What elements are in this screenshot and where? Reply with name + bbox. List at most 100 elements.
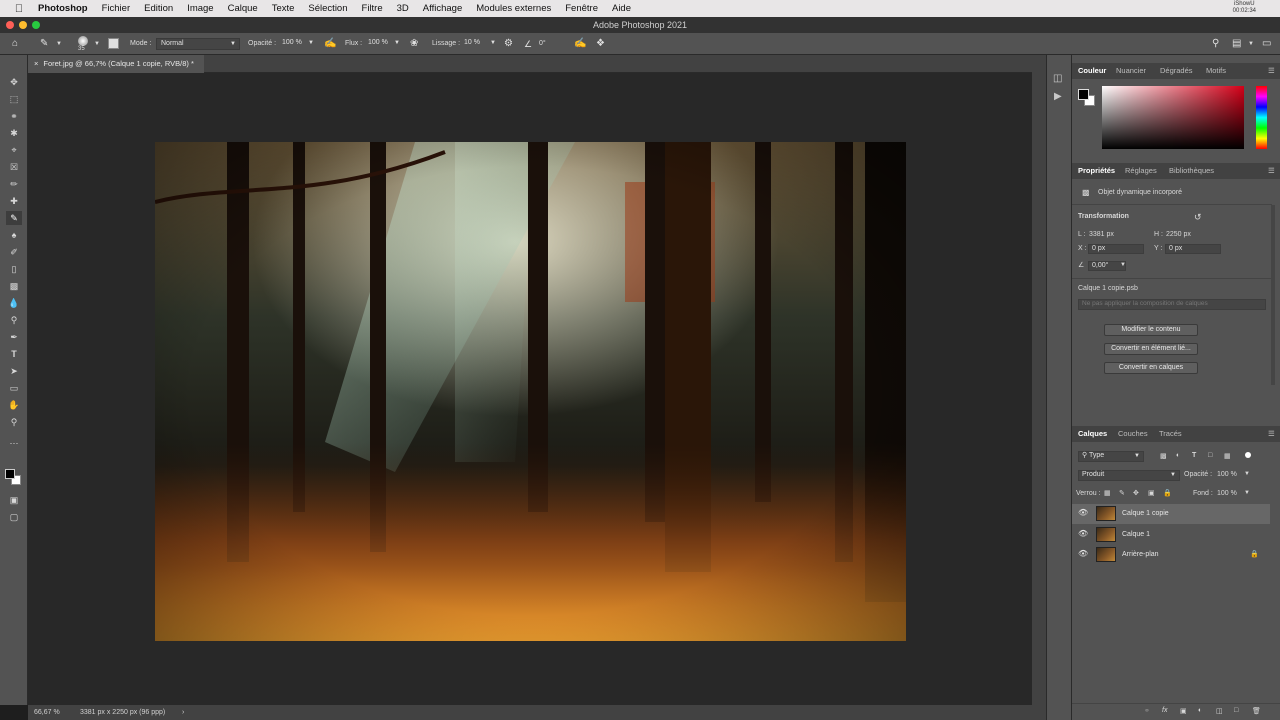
path-selection-tool-icon[interactable]: ➤ [6, 364, 22, 378]
layer-row-arriere-plan[interactable]: 👁 Arrière-plan 🔒 [1072, 545, 1270, 565]
tab-couleur[interactable]: Couleur [1078, 63, 1106, 79]
history-panel-icon[interactable]: ◫ [1053, 73, 1062, 84]
quick-selection-tool-icon[interactable]: ✱ [6, 126, 22, 140]
fill-value[interactable]: 100 % [1217, 490, 1237, 497]
filter-pixel-icon[interactable]: ▩ [1160, 452, 1167, 460]
angle-chevron-icon[interactable]: ▼ [1120, 262, 1126, 268]
blur-tool-icon[interactable]: 💧 [6, 296, 22, 310]
brush-tool-icon[interactable]: ✎ [40, 33, 48, 55]
menu-affichage[interactable]: Affichage [423, 3, 462, 14]
minimize-window-button[interactable] [19, 21, 27, 29]
dodge-tool-icon[interactable]: ⚲ [6, 313, 22, 327]
adjustment-layer-icon[interactable]: ◐ [1198, 707, 1202, 714]
status-chevron-icon[interactable]: › [182, 705, 184, 720]
layer-row-calque-1-copie[interactable]: 👁 Calque 1 copie [1072, 504, 1270, 524]
convert-to-layers-button[interactable]: Convertir en calques [1104, 362, 1198, 374]
search-icon[interactable]: ⚲ [1212, 33, 1219, 55]
menu-3d[interactable]: 3D [397, 3, 409, 14]
type-tool-icon[interactable]: T [6, 347, 22, 361]
document-tab[interactable]: × Foret.jpg @ 66,7% (Calque 1 copie, RVB/… [28, 55, 204, 73]
lasso-tool-icon[interactable]: ⚭ [6, 109, 22, 123]
layer-opacity-value[interactable]: 100 % [1217, 471, 1237, 478]
blend-mode-select[interactable]: Produit ▼ [1078, 470, 1180, 481]
menu-modules-externes[interactable]: Modules externes [476, 3, 551, 14]
convert-to-linked-button[interactable]: Convertir en élément lié... [1104, 343, 1198, 355]
menu-fichier[interactable]: Fichier [102, 3, 131, 14]
close-tab-icon[interactable]: × [34, 59, 38, 68]
foreground-color-swatch[interactable] [5, 469, 15, 479]
eyedropper-tool-icon[interactable]: ✏ [6, 177, 22, 191]
layer-composition-select[interactable]: Ne pas appliquer la composition de calqu… [1078, 299, 1266, 310]
tab-reglages[interactable]: Réglages [1125, 163, 1157, 179]
menu-image[interactable]: Image [187, 3, 213, 14]
zoom-level[interactable]: 66,67 % [34, 705, 60, 720]
delete-layer-icon[interactable]: 🗑 [1252, 707, 1261, 715]
more-tools-icon[interactable]: ⋯ [6, 436, 22, 450]
layer-opacity-chevron-icon[interactable]: ▼ [1244, 471, 1250, 477]
flow-input[interactable]: 100 % ▼ [364, 38, 402, 50]
brush-angle-value[interactable]: 0° [539, 33, 546, 55]
lock-all-icon[interactable]: 🔒 [1163, 489, 1172, 497]
marquee-tool-icon[interactable]: ⬚ [6, 92, 22, 106]
tab-calques[interactable]: Calques [1078, 426, 1107, 442]
filter-type-icon[interactable]: T [1192, 452, 1196, 459]
mode-select[interactable]: Normal ▼ [156, 38, 240, 50]
hand-tool-icon[interactable]: ✋ [6, 398, 22, 412]
visibility-eye-icon[interactable]: 👁 [1078, 508, 1088, 517]
layers-menu-icon[interactable]: ☰ [1268, 426, 1275, 442]
menu-filtre[interactable]: Filtre [362, 3, 383, 14]
menu-edition[interactable]: Edition [144, 3, 173, 14]
menu-fenetre[interactable]: Fenêtre [565, 3, 598, 14]
forest-photo[interactable] [155, 142, 906, 641]
brush-chevron-icon[interactable]: ▼ [94, 33, 100, 55]
menu-aide[interactable]: Aide [612, 3, 631, 14]
tab-bibliotheques[interactable]: Bibliothèques [1169, 163, 1214, 179]
visibility-eye-icon[interactable]: 👁 [1078, 549, 1088, 558]
edit-contents-button[interactable]: Modifier le contenu [1104, 324, 1198, 336]
pen-tool-icon[interactable]: ✒ [6, 330, 22, 344]
new-group-icon[interactable]: ◫ [1216, 707, 1223, 715]
pressure-size-icon[interactable]: ✍ [574, 33, 586, 55]
lock-position-icon[interactable]: ✥ [1133, 489, 1139, 497]
filter-shape-icon[interactable]: □ [1208, 452, 1212, 459]
healing-brush-tool-icon[interactable]: ✚ [6, 194, 22, 208]
workspace-chevron-icon[interactable]: ▼ [1248, 33, 1254, 55]
properties-scrollbar[interactable] [1271, 205, 1275, 385]
layer-row-calque-1[interactable]: 👁 Calque 1 [1072, 525, 1270, 545]
properties-menu-icon[interactable]: ☰ [1268, 163, 1275, 179]
close-window-button[interactable] [6, 21, 14, 29]
zoom-window-button[interactable] [32, 21, 40, 29]
reset-transform-icon[interactable]: ↺ [1194, 212, 1202, 223]
tab-degrades[interactable]: Dégradés [1160, 63, 1193, 79]
height-value[interactable]: 2250 px [1166, 231, 1191, 238]
fill-chevron-icon[interactable]: ▼ [1244, 490, 1250, 496]
gradient-tool-icon[interactable]: ▩ [6, 279, 22, 293]
rectangle-tool-icon[interactable]: ▭ [6, 381, 22, 395]
menu-texte[interactable]: Texte [272, 3, 295, 14]
tab-nuancier[interactable]: Nuancier [1116, 63, 1146, 79]
tab-motifs[interactable]: Motifs [1206, 63, 1226, 79]
home-icon[interactable]: ⌂ [12, 33, 18, 55]
filter-adjustment-icon[interactable]: ◐ [1176, 452, 1180, 459]
crop-tool-icon[interactable]: ⌖ [6, 143, 22, 157]
tab-couches[interactable]: Couches [1118, 426, 1148, 442]
lock-transparency-icon[interactable]: ▦ [1104, 489, 1111, 497]
color-panel-menu-icon[interactable]: ☰ [1268, 63, 1275, 79]
filter-toggle-icon[interactable] [1245, 452, 1251, 458]
width-value[interactable]: 3381 px [1089, 231, 1114, 238]
move-tool-icon[interactable]: ✥ [6, 75, 22, 89]
tab-proprietes[interactable]: Propriétés [1078, 163, 1115, 179]
lock-pixels-icon[interactable]: ✎ [1119, 489, 1125, 497]
opacity-input[interactable]: 100 % ▼ [278, 38, 316, 50]
smoothing-gear-icon[interactable]: ⚙ [504, 33, 513, 55]
clone-stamp-tool-icon[interactable]: ♠ [6, 228, 22, 242]
color-picker-field[interactable] [1102, 86, 1244, 149]
screen-mode-icon[interactable]: ▢ [6, 510, 22, 524]
menu-photoshop[interactable]: Photoshop [38, 3, 88, 14]
filter-smart-object-icon[interactable]: ▦ [1224, 452, 1231, 460]
eraser-tool-icon[interactable]: ▯ [6, 262, 22, 276]
quick-mask-icon[interactable]: ▣ [6, 493, 22, 507]
y-input[interactable]: 0 px [1165, 244, 1221, 254]
workspace-icon[interactable]: ▤ [1232, 33, 1241, 55]
actions-play-icon[interactable]: ▶ [1054, 91, 1062, 102]
